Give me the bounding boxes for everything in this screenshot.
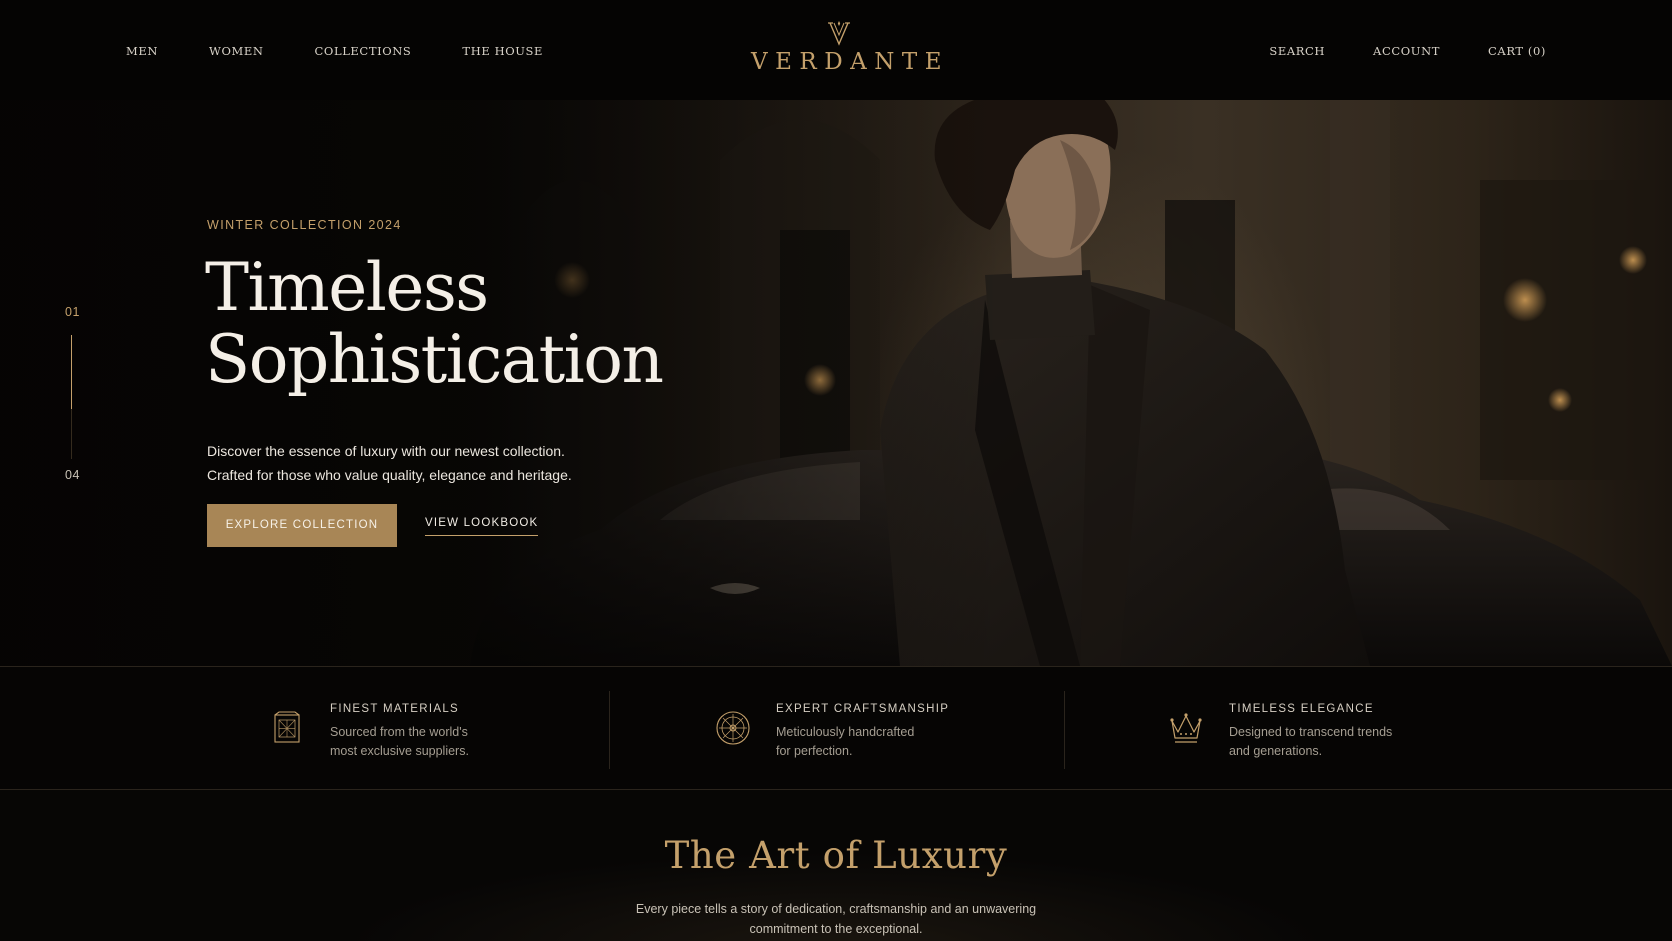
feature-text-line: and generations.	[1229, 743, 1323, 758]
slide-current: 01	[65, 305, 80, 319]
search-link[interactable]: SEARCH	[1269, 44, 1325, 58]
nav-link-women[interactable]: WOMEN	[209, 44, 263, 58]
feature-text: Sourced from the world's most exclusive …	[330, 723, 550, 760]
feature-divider	[609, 691, 610, 769]
slide-total: 04	[65, 468, 80, 482]
feature-title: EXPERT CRAFTSMANSHIP	[776, 703, 950, 715]
section-description-line: commitment to the exceptional.	[749, 921, 923, 936]
section-description: Every piece tells a story of dedication,…	[536, 899, 1136, 939]
brand-logo[interactable]: VERDANTE	[744, 20, 950, 80]
hero-title: Timeless Sophistication	[205, 252, 765, 396]
site-header: MEN WOMEN COLLECTIONS THE HOUSE VERDANTE…	[0, 0, 1672, 100]
section-description-line: Every piece tells a story of dedication,…	[635, 901, 1037, 916]
feature-divider	[1064, 691, 1065, 769]
explore-collection-button[interactable]: EXPLORE COLLECTION	[207, 504, 397, 547]
hero-eyebrow: WINTER COLLECTION 2024	[207, 218, 402, 232]
cart-link[interactable]: CART (0)	[1488, 44, 1546, 58]
slide-progress-bar	[71, 335, 72, 410]
features-bar: FINEST MATERIALS Sourced from the world'…	[0, 666, 1672, 790]
view-lookbook-link[interactable]: VIEW LOOKBOOK	[425, 517, 539, 536]
feature-text: Meticulously handcrafted for perfection.	[776, 723, 996, 760]
brand-wordmark: VERDANTE	[751, 49, 950, 75]
hero-description-line: Crafted for those who value quality, ele…	[207, 466, 572, 483]
crown-icon	[1170, 713, 1202, 743]
fabric-swatch-icon	[274, 711, 300, 743]
feature-title: FINEST MATERIALS	[330, 703, 460, 715]
crest-v-icon	[828, 21, 850, 46]
art-of-luxury-section: The Art of Luxury Every piece tells a st…	[0, 790, 1672, 941]
page: MEN WOMEN COLLECTIONS THE HOUSE VERDANTE…	[0, 0, 1672, 941]
feature-text-line: Meticulously handcrafted	[776, 725, 915, 739]
slide-progress-track	[71, 335, 72, 459]
primary-nav: MEN WOMEN COLLECTIONS THE HOUSE	[126, 44, 594, 58]
utility-nav: SEARCH ACCOUNT CART (0)	[1221, 44, 1546, 58]
feature-text-line: Sourced from the world's	[330, 725, 468, 739]
nav-link-collections[interactable]: COLLECTIONS	[315, 44, 412, 58]
account-link[interactable]: ACCOUNT	[1373, 44, 1440, 58]
compass-medallion-icon	[716, 711, 750, 745]
hero-section: 01 04 WINTER COLLECTION 2024 Timeless So…	[0, 100, 1672, 666]
hero-title-line: Timeless	[205, 249, 489, 326]
hero-title-line: Sophistication	[205, 321, 664, 398]
nav-link-men[interactable]: MEN	[126, 44, 158, 58]
feature-text-line: most exclusive suppliers.	[330, 743, 469, 758]
hero-description-line: Discover the essence of luxury with our …	[207, 443, 565, 459]
feature-text-line: for perfection.	[776, 743, 853, 758]
nav-link-the-house[interactable]: THE HOUSE	[462, 44, 543, 58]
section-title: The Art of Luxury	[664, 834, 1008, 877]
feature-text: Designed to transcend trends and generat…	[1229, 723, 1449, 760]
feature-title: TIMELESS ELEGANCE	[1229, 703, 1374, 715]
feature-text-line: Designed to transcend trends	[1229, 725, 1393, 739]
hero-description: Discover the essence of luxury with our …	[207, 440, 627, 487]
